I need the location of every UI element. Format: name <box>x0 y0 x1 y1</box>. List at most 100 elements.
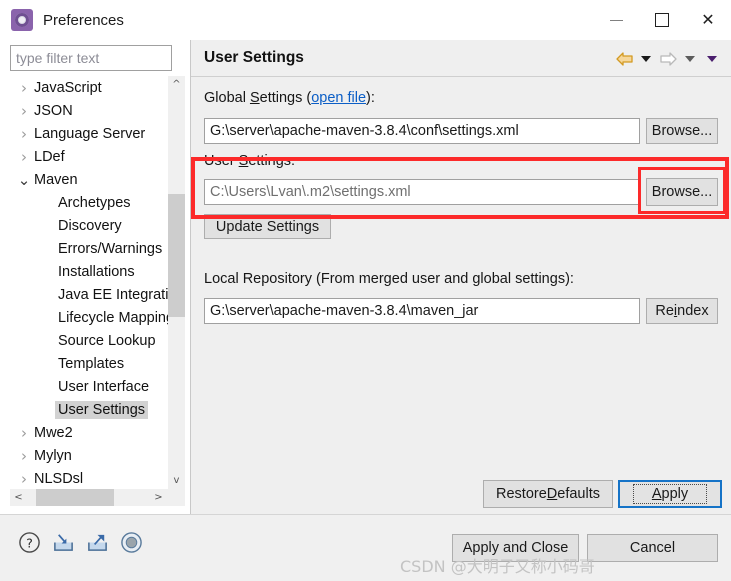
tree-item-ldef[interactable]: › LDef <box>10 145 168 168</box>
tree-item-label: Mylyn <box>34 447 72 464</box>
scroll-left-arrow-icon[interactable]: < <box>10 489 27 506</box>
tree-item-label: Discovery <box>58 217 122 234</box>
tree-item-json[interactable]: › JSON <box>10 99 168 122</box>
restore-defaults-prefix: Restore <box>496 486 547 502</box>
chevron-right-icon[interactable]: › <box>14 125 34 143</box>
tree-item-discovery[interactable]: Discovery <box>10 214 168 237</box>
global-settings-label: Global Settings (open file): <box>204 90 375 106</box>
import-icon[interactable] <box>52 531 75 554</box>
help-icon-svg: ? <box>19 532 40 553</box>
page-title: User Settings <box>204 49 304 66</box>
tree-item-maven[interactable]: ⌄ Maven <box>10 168 168 191</box>
tree-item-label: Maven <box>34 171 78 188</box>
tree-item-label: NLSDsl <box>34 470 84 487</box>
preferences-window: Preferences ✕ ›JavaScript›JSON›Language … <box>0 0 731 581</box>
tree-item-label: Archetypes <box>58 194 131 211</box>
scroll-down-arrow-icon[interactable]: v <box>168 472 185 489</box>
chevron-right-icon[interactable]: › <box>14 148 34 166</box>
global-settings-label-mnemonic: S <box>249 90 260 106</box>
user-settings-input[interactable]: C:\Users\Lvan\.m2\settings.xml <box>204 179 640 205</box>
apply-button[interactable]: Apply <box>618 480 722 508</box>
update-settings-button[interactable]: Update Settings <box>204 214 331 239</box>
tree-item-label: Source Lookup <box>58 332 156 349</box>
tree-item-java-ee-integration[interactable]: Java EE Integration <box>10 283 168 306</box>
user-settings-label-mnemonic: S <box>238 153 249 169</box>
chevron-right-icon[interactable]: › <box>14 102 34 120</box>
panel-nav-icons <box>613 40 723 77</box>
back-arrow-icon[interactable] <box>613 51 635 66</box>
title-bar: Preferences ✕ <box>0 0 731 40</box>
tree-item-errors-warnings[interactable]: Errors/Warnings <box>10 237 168 260</box>
scroll-up-arrow-icon[interactable]: ^ <box>168 76 185 93</box>
tree-item-user-interface[interactable]: User Interface <box>10 375 168 398</box>
tree-item-source-lookup[interactable]: Source Lookup <box>10 329 168 352</box>
filter-input[interactable] <box>10 45 172 71</box>
restore-defaults-button[interactable]: Restore Defaults <box>483 480 613 508</box>
reindex-label-prefix: Re <box>655 303 674 319</box>
global-settings-browse-button[interactable]: Browse... <box>646 118 718 144</box>
record-icon-svg <box>121 532 142 553</box>
user-settings-label-prefix: User <box>204 153 239 169</box>
scroll-right-arrow-icon[interactable]: > <box>150 489 167 506</box>
settings-panel: User Settings Global Settings (open file… <box>190 40 731 514</box>
tree-item-label: Lifecycle Mappings <box>58 309 168 326</box>
import-icon-svg <box>54 534 73 551</box>
tree-item-nlsdsl[interactable]: › NLSDsl <box>10 467 168 489</box>
footer-icon-group: ? <box>18 531 143 554</box>
user-settings-label-rest: ettings: <box>248 153 296 169</box>
tree-item-lifecycle-mappings[interactable]: Lifecycle Mappings <box>10 306 168 329</box>
export-icon[interactable] <box>86 531 109 554</box>
preference-tree: › JavaScript › JSON › Language Server › LDef ⌄ Ma… <box>10 76 185 506</box>
tree-item-user-settings[interactable]: User Settings <box>10 398 168 421</box>
back-dropdown-icon[interactable] <box>635 55 657 62</box>
tree-item-templates[interactable]: Templates <box>10 352 168 375</box>
chevron-right-icon[interactable]: › <box>14 470 34 488</box>
csdn-watermark: CSDN @大明子又称小码哥 <box>400 557 595 576</box>
tree-horizontal-scrollbar[interactable]: < > <box>10 489 185 506</box>
tree-item-archetypes[interactable]: Archetypes <box>10 191 168 214</box>
tree-list[interactable]: › JavaScript › JSON › Language Server › LDef ⌄ Ma… <box>10 76 168 489</box>
record-icon[interactable] <box>120 531 143 554</box>
tree-item-label: JavaScript <box>34 79 102 96</box>
export-icon-svg <box>88 534 107 551</box>
view-menu-icon[interactable] <box>701 55 723 62</box>
tree-item-label: Installations <box>58 263 135 280</box>
preferences-gear-icon <box>11 9 33 31</box>
vertical-scroll-thumb[interactable] <box>168 194 185 317</box>
apply-focus-ring: Apply <box>632 484 708 504</box>
minimize-button[interactable] <box>593 0 639 40</box>
svg-text:?: ? <box>26 535 33 550</box>
tree-item-installations[interactable]: Installations <box>10 260 168 283</box>
horizontal-scroll-thumb[interactable] <box>36 489 114 506</box>
global-settings-input[interactable]: G:\server\apache-maven-3.8.4\conf\settin… <box>204 118 640 144</box>
tree-item-label: Mwe2 <box>34 424 73 441</box>
restore-defaults-rest: efaults <box>557 486 600 502</box>
tree-item-label: JSON <box>34 102 73 119</box>
maximize-button[interactable] <box>639 0 685 40</box>
forward-dropdown-icon[interactable] <box>679 55 701 62</box>
help-icon[interactable]: ? <box>18 531 41 554</box>
scrollbar-corner <box>168 489 185 506</box>
tree-item-label: User Settings <box>55 400 149 419</box>
tree-item-label: Language Server <box>34 125 146 142</box>
chevron-down-icon[interactable]: ⌄ <box>14 172 34 187</box>
forward-arrow-svg <box>659 51 677 66</box>
cancel-button[interactable]: Cancel <box>587 534 718 562</box>
close-button[interactable]: ✕ <box>685 0 731 40</box>
chevron-right-icon[interactable]: › <box>14 447 34 465</box>
local-repository-input[interactable]: G:\server\apache-maven-3.8.4\maven_jar <box>204 298 640 324</box>
tree-vertical-scrollbar[interactable]: ^ v <box>168 76 185 489</box>
tree-item-mwe2[interactable]: › Mwe2 <box>10 421 168 444</box>
open-file-link[interactable]: open file <box>311 90 366 106</box>
chevron-right-icon[interactable]: › <box>14 424 34 442</box>
user-settings-browse-button[interactable]: Browse... <box>646 178 718 206</box>
apply-rest: pply <box>661 486 689 502</box>
tree-item-language-server[interactable]: › Language Server <box>10 122 168 145</box>
apply-mnemonic: A <box>651 486 662 502</box>
tree-item-javascript[interactable]: › JavaScript <box>10 76 168 99</box>
tree-item-mylyn[interactable]: › Mylyn <box>10 444 168 467</box>
chevron-right-icon[interactable]: › <box>14 79 34 97</box>
global-settings-label-prefix: Global <box>204 90 250 106</box>
window-controls: ✕ <box>593 0 731 40</box>
reindex-button[interactable]: Re i ndex <box>646 298 718 324</box>
